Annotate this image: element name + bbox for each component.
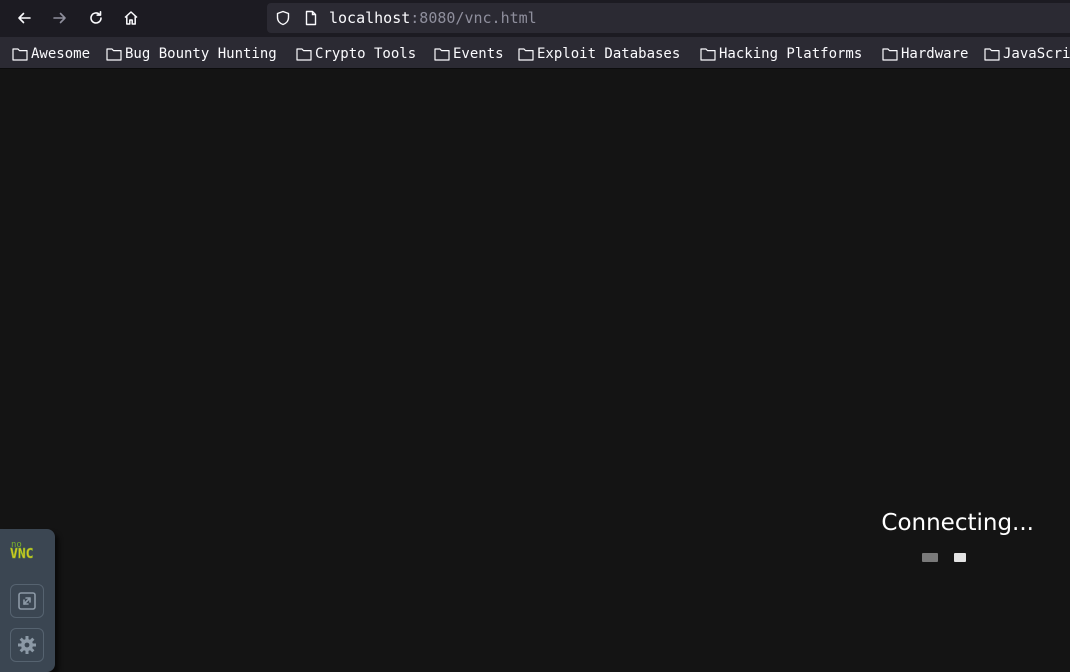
folder-icon [434,48,450,61]
url-path: :8080/vnc.html [410,9,537,27]
forward-icon [53,12,66,24]
home-button[interactable] [117,4,145,32]
back-icon [18,12,31,24]
bookmark-folder-javascript[interactable]: JavaScri [984,45,1070,63]
bookmark-folder-hacking-platforms[interactable]: Hacking Platforms [700,45,862,63]
reload-icon [90,11,102,24]
settings-gear-icon [18,636,36,654]
bookmark-folder-crypto-tools[interactable]: Crypto Tools [296,45,416,63]
novnc-logo: no VNC [10,540,34,561]
folder-icon [12,48,28,61]
folder-icon [518,48,534,61]
bookmark-folder-exploit-databases[interactable]: Exploit Databases [518,45,680,63]
address-bar[interactable]: localhost:8080/vnc.html [267,3,1070,33]
bookmark-label: Events [453,46,504,62]
bookmark-label: Hardware [901,46,969,62]
bookmark-folder-hardware[interactable]: Hardware [882,45,968,63]
bookmark-label: Exploit Databases [537,46,681,62]
folder-icon [106,48,122,61]
bookmark-label: Hacking Platforms [719,46,863,62]
connection-status: Connecting... [881,510,1034,536]
fullscreen-button[interactable] [10,584,44,618]
bookmark-label: JavaScri [1003,46,1070,62]
bookmark-folder-awesome[interactable]: Awesome [12,45,90,63]
vnc-viewport[interactable]: no VNC [0,69,1070,672]
logo-text-vnc: VNC [10,547,33,561]
reload-button[interactable] [82,4,110,32]
folder-icon [882,48,898,61]
bookmark-label: Awesome [31,46,91,62]
bookmark-folder-events[interactable]: Events [434,45,504,63]
loading-dot [954,553,966,562]
bookmark-folder-bug-bounty-hunting[interactable]: Bug Bounty Hunting [106,45,277,63]
bookmarks-bar: Awesome Bug Bounty Hunting Crypto Tools … [0,37,1070,69]
folder-icon [984,48,1000,61]
page-icon[interactable] [303,10,319,26]
forward-button[interactable] [46,4,74,32]
home-icon [124,11,138,25]
settings-button[interactable] [10,628,44,662]
folder-icon [296,48,312,61]
loading-dot [922,553,938,562]
back-button[interactable] [10,4,38,32]
fullscreen-icon [18,592,36,610]
novnc-control-bar: no VNC [0,529,55,672]
shield-icon[interactable] [275,10,291,26]
folder-icon [700,48,716,61]
bookmark-label: Bug Bounty Hunting [125,46,277,62]
url-text[interactable]: localhost:8080/vnc.html [329,9,537,27]
url-host: localhost [329,9,411,27]
browser-toolbar: localhost:8080/vnc.html [0,0,1070,37]
bookmark-label: Crypto Tools [315,46,417,62]
